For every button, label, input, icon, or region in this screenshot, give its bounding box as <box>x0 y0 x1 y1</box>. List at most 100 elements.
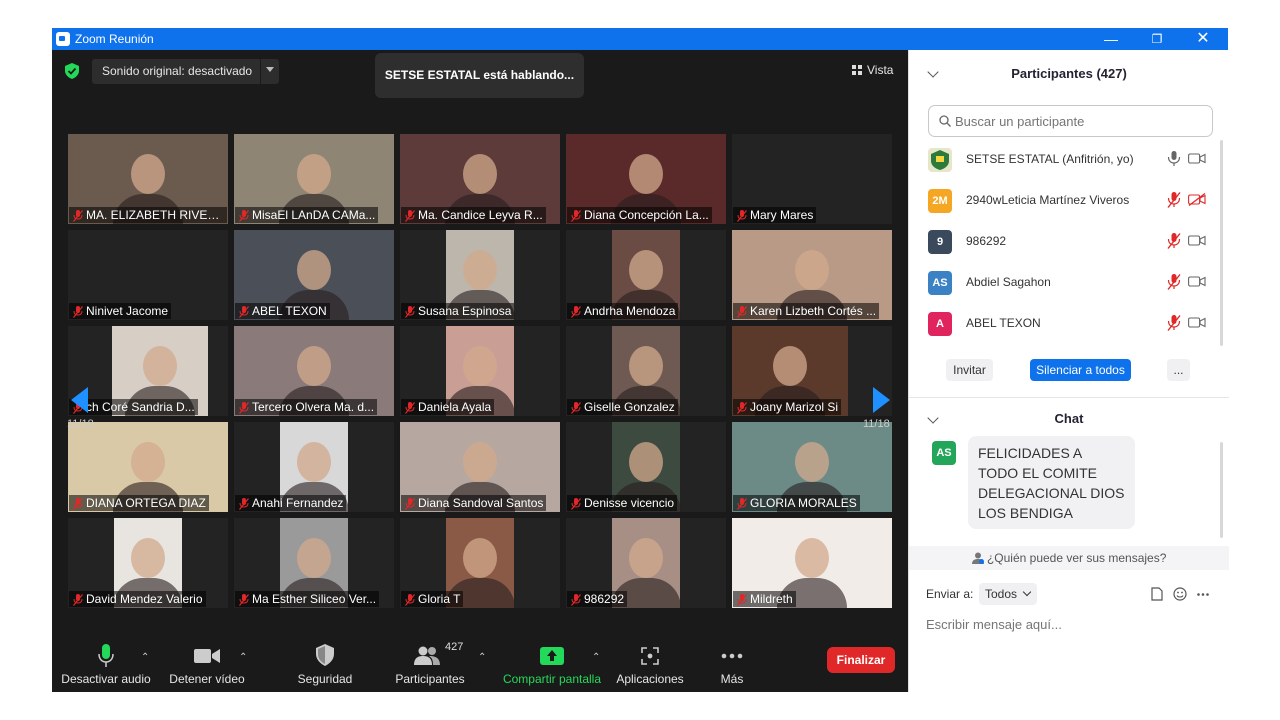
more-button[interactable]: Más <box>708 636 756 692</box>
video-camera-icon[interactable] <box>1188 275 1206 288</box>
participant-video-tile[interactable]: David Mendez Valerio <box>68 518 228 608</box>
participant-search-input[interactable] <box>955 112 1205 130</box>
participant-row[interactable]: SETSE ESTATAL (Anfitrión, yo) <box>909 142 1219 183</box>
encryption-shield-icon[interactable] <box>65 63 79 79</box>
muted-mic-icon[interactable] <box>1167 233 1181 249</box>
participant-name: 986292 <box>966 234 1007 248</box>
participant-face <box>297 154 331 194</box>
muted-mic-icon[interactable] <box>1167 315 1181 331</box>
share-options-caret-icon[interactable]: ⌃ <box>592 652 602 663</box>
participant-row[interactable]: AS Abdiel Sagahon <box>909 265 1219 306</box>
participant-name-label: Giselle Gonzalez <box>567 399 678 415</box>
participant-video-tile[interactable]: Mary Mares <box>732 134 892 224</box>
video-options-caret-icon[interactable]: ⌃ <box>239 652 249 663</box>
participant-row[interactable]: 9 986292 <box>909 224 1219 265</box>
participant-video-tile[interactable]: ch Coré Sandria D... <box>68 326 228 416</box>
restore-button[interactable]: ❐ <box>1134 28 1180 50</box>
participant-row[interactable]: 2M 2940wLeticia Martínez Viveros <box>909 183 1219 224</box>
chat-message-input[interactable] <box>926 614 1216 634</box>
participant-video-tile[interactable]: Ma Esther Siliceo Ver... <box>234 518 394 608</box>
send-to-dropdown[interactable]: Todos <box>979 583 1037 605</box>
video-off-icon[interactable] <box>1188 193 1206 206</box>
video-camera-icon[interactable] <box>1188 316 1206 329</box>
video-camera-icon[interactable] <box>1188 152 1206 165</box>
who-can-see-messages-link[interactable]: ¿Quién puede ver sus mensajes? <box>909 546 1229 570</box>
participant-video-tile[interactable]: ABEL TEXON <box>234 230 394 320</box>
muted-mic-icon[interactable] <box>1167 274 1181 290</box>
participant-video-tile[interactable]: MisaEl LAnDA CAMa... <box>234 134 394 224</box>
caret-down-icon[interactable] <box>266 67 274 72</box>
microphone-icon[interactable] <box>1167 151 1181 167</box>
participant-name-label: Gloria T <box>401 591 464 607</box>
participant-name: 2940wLeticia Martínez Viveros <box>966 193 1130 207</box>
participant-video-tile[interactable]: Tercero Olvera Ma. d... <box>234 326 394 416</box>
participant-video-tile[interactable]: DIANA ORTEGA DIAZ <box>68 422 228 512</box>
security-button[interactable]: Seguridad <box>288 636 362 692</box>
participant-face <box>795 250 829 290</box>
participant-face <box>463 346 497 386</box>
end-meeting-button[interactable]: Finalizar <box>827 647 895 673</box>
active-speaker-banner: SETSE ESTATAL está hablando... <box>375 53 584 98</box>
participant-video-tile[interactable]: Mildreth <box>732 518 892 608</box>
panel-divider <box>909 397 1229 398</box>
stop-video-label: Detener vídeo <box>169 672 245 686</box>
audio-options-caret-icon[interactable]: ⌃ <box>141 652 151 663</box>
grid-view-icon <box>852 65 862 75</box>
video-camera-icon[interactable] <box>1188 234 1206 247</box>
participant-video-tile[interactable]: Diana Concepción La... <box>566 134 726 224</box>
participant-list-scrollbar[interactable] <box>1220 140 1223 346</box>
participant-name: ABEL TEXON <box>966 316 1041 330</box>
participant-face <box>629 442 663 482</box>
muted-mic-icon <box>73 594 83 606</box>
participant-video-tile[interactable]: GLORIA MORALES <box>732 422 892 512</box>
participant-face <box>795 538 829 578</box>
file-attach-icon[interactable] <box>1151 587 1163 601</box>
participant-video-tile[interactable]: Susana Espinosa <box>400 230 560 320</box>
participant-face <box>463 154 497 194</box>
participant-name-text: Mary Mares <box>750 208 814 222</box>
participants-more-button[interactable]: ... <box>1167 359 1190 381</box>
participant-video-tile[interactable]: Denisse vicencio <box>566 422 726 512</box>
participant-name-label: Diana Sandoval Santos <box>401 495 547 511</box>
muted-mic-icon <box>405 402 415 414</box>
participants-button[interactable]: 427 Participantes <box>390 636 470 692</box>
muted-mic-icon <box>405 210 415 222</box>
participant-video-tile[interactable]: Gloria T <box>400 518 560 608</box>
participant-video-tile[interactable]: Ma. Candice Leyva R... <box>400 134 560 224</box>
participant-name-label: MisaEl LAnDA CAMa... <box>235 207 379 223</box>
participant-name-label: Joany Marizol Si <box>733 399 842 415</box>
invite-button[interactable]: Invitar <box>946 359 993 381</box>
participant-video-tile[interactable]: Daniela Ayala <box>400 326 560 416</box>
stop-video-button[interactable]: Detener vídeo <box>164 636 250 692</box>
chat-more-dots-icon[interactable] <box>1197 593 1209 596</box>
participant-video-tile[interactable]: Joany Marizol Si <box>732 326 892 416</box>
emoji-icon[interactable] <box>1173 587 1187 601</box>
apps-button[interactable]: Aplicaciones <box>612 636 688 692</box>
participant-video-tile[interactable]: Andrha Mendoza <box>566 230 726 320</box>
participant-row[interactable]: A ABEL TEXON <box>909 306 1219 347</box>
mute-audio-button[interactable]: Desactivar audio <box>58 636 154 692</box>
close-button[interactable]: ✕ <box>1180 28 1226 50</box>
minimize-button[interactable]: — <box>1088 28 1134 50</box>
participant-search-box[interactable] <box>928 105 1213 137</box>
participant-name-label: David Mendez Valerio <box>69 591 206 607</box>
participant-face <box>795 442 829 482</box>
participant-video-tile[interactable]: Anahi Fernandez <box>234 422 394 512</box>
previous-page-arrow-icon[interactable] <box>71 387 88 413</box>
original-sound-dropdown[interactable]: Sonido original: desactivado <box>92 59 279 84</box>
share-screen-button[interactable]: Compartir pantalla <box>500 636 604 692</box>
participant-video-tile[interactable]: MA. ELIZABETH RIVER... <box>68 134 228 224</box>
chat-scrollbar[interactable] <box>1220 442 1223 538</box>
participant-video-tile[interactable]: Karen Lizbeth Cortés ... <box>732 230 892 320</box>
mute-all-button[interactable]: Silenciar a todos <box>1030 359 1131 381</box>
participant-video-tile[interactable]: Giselle Gonzalez <box>566 326 726 416</box>
participant-name-text: Daniela Ayala <box>418 400 492 414</box>
participant-face <box>463 538 497 578</box>
participant-video-tile[interactable]: 986292 <box>566 518 726 608</box>
next-page-arrow-icon[interactable] <box>873 387 890 413</box>
muted-mic-icon <box>737 594 747 606</box>
participant-video-tile[interactable]: Diana Sandoval Santos <box>400 422 560 512</box>
participants-options-caret-icon[interactable]: ⌃ <box>478 652 488 663</box>
participant-video-tile[interactable]: Ninivet Jacome <box>68 230 228 320</box>
muted-mic-icon[interactable] <box>1167 192 1181 208</box>
